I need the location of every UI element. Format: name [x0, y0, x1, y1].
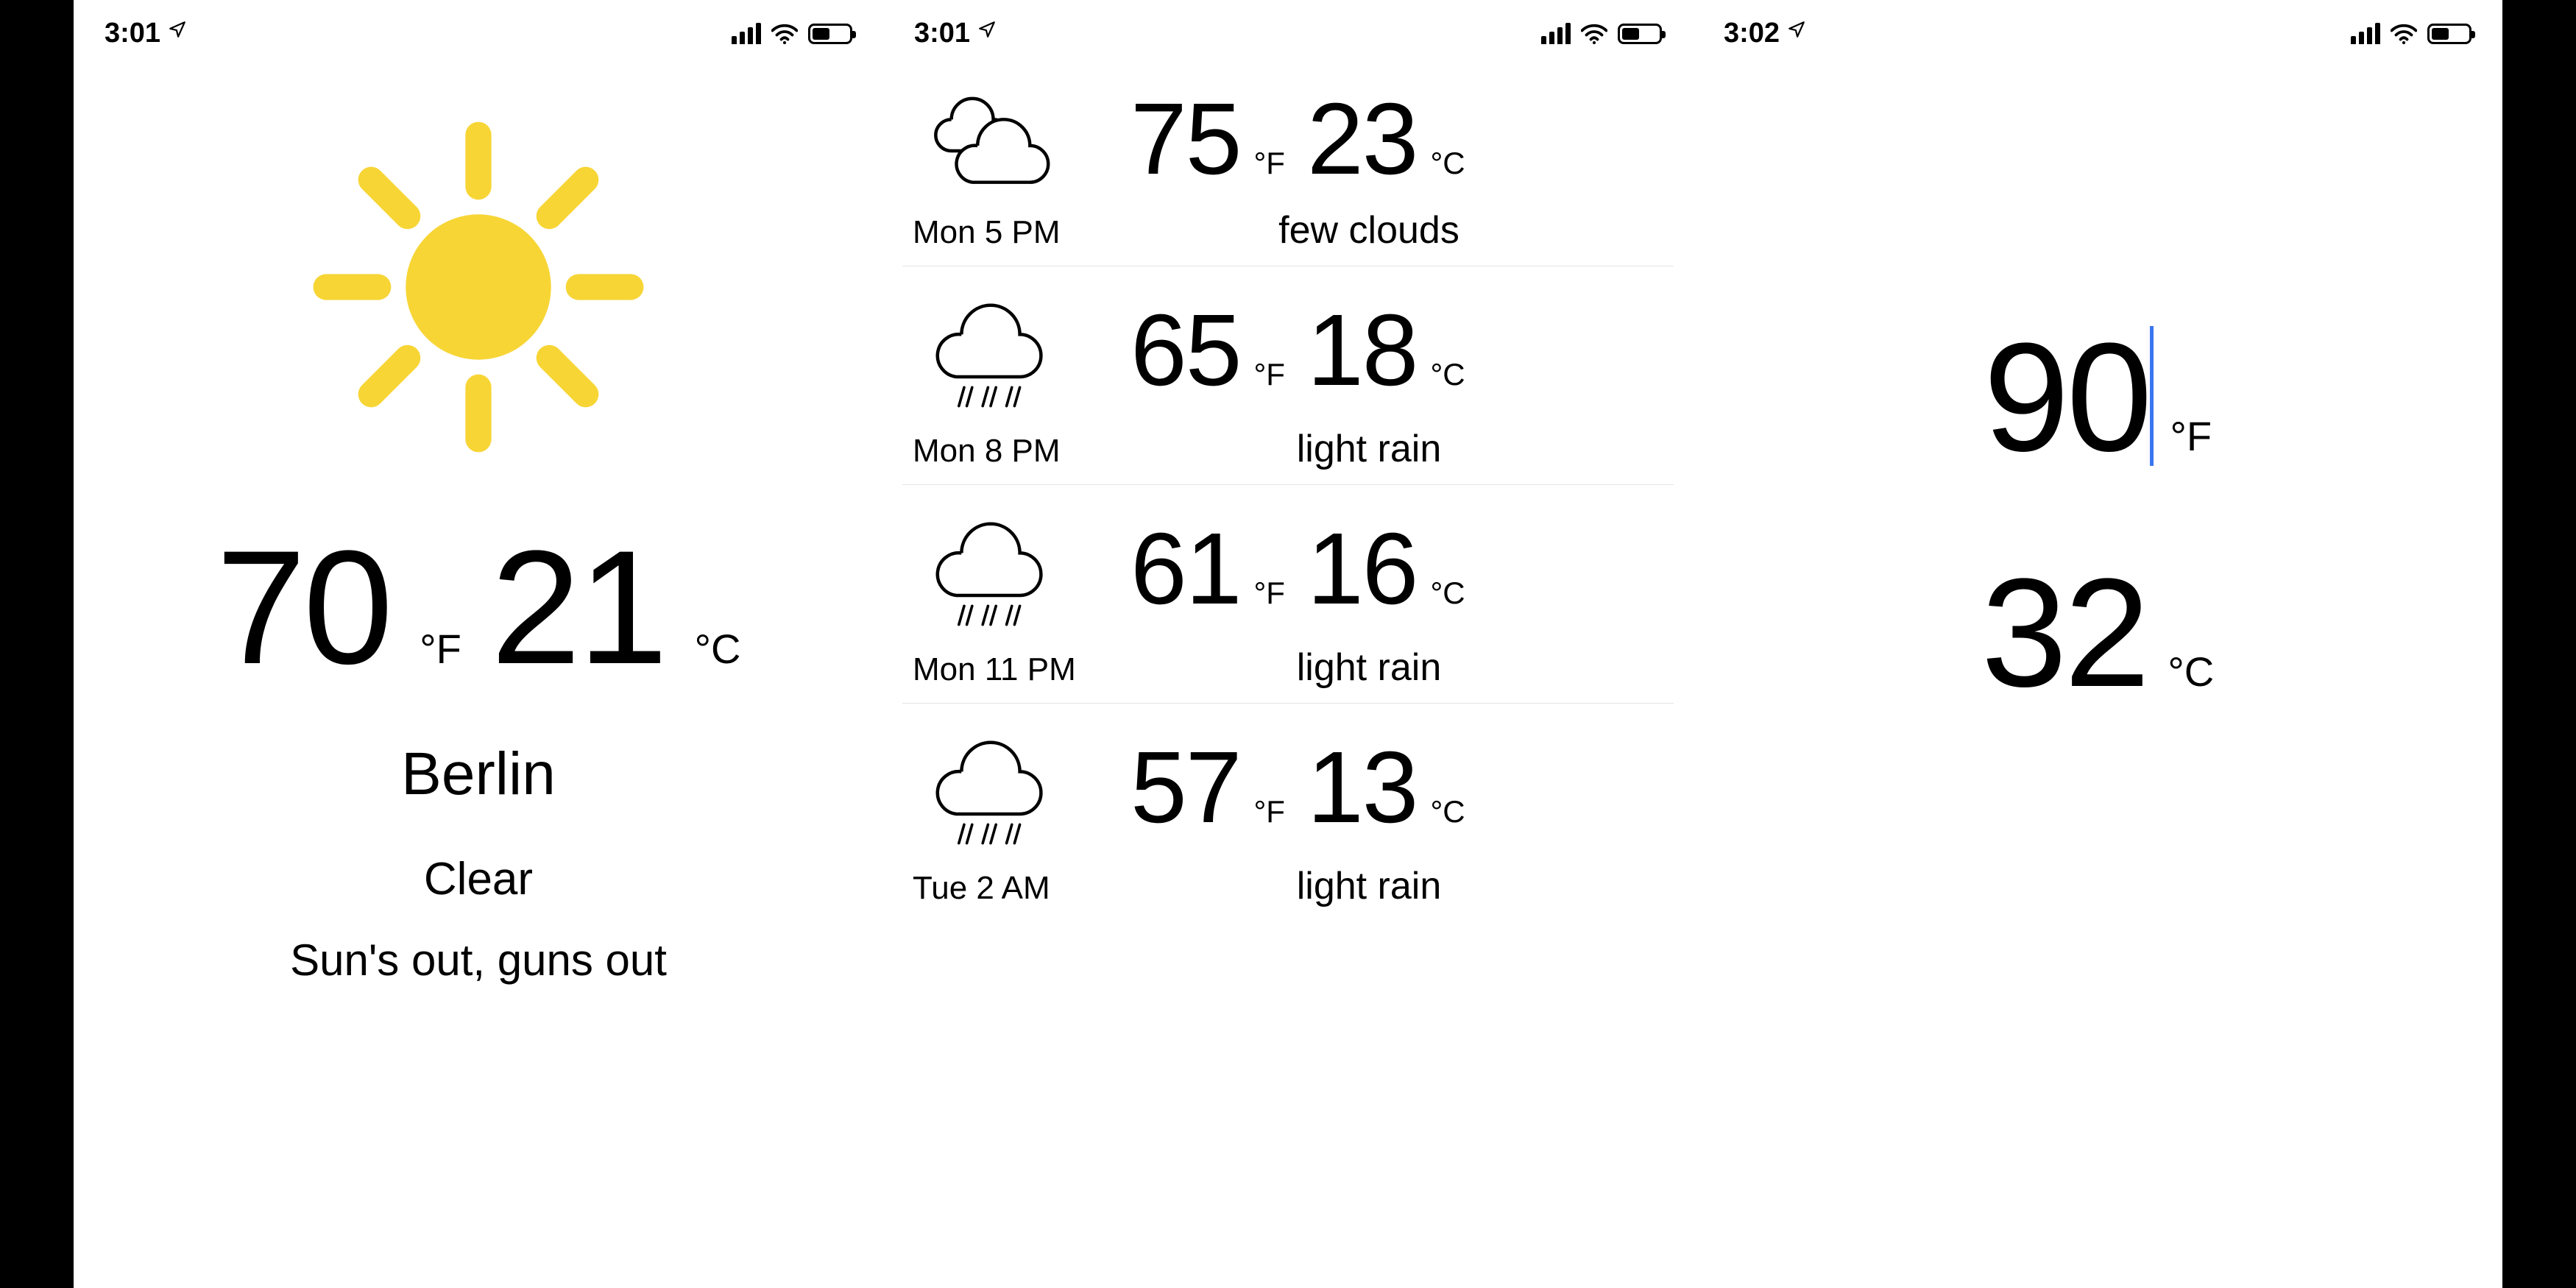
battery-icon — [1618, 24, 1662, 44]
forecast-temp-f: 61 — [1130, 518, 1241, 620]
status-time: 3:02 — [1724, 18, 1780, 49]
rain-icon — [902, 284, 1108, 417]
status-time: 3:01 — [105, 18, 160, 49]
fahrenheit-input[interactable]: 90 — [1984, 320, 2150, 475]
forecast-desc: light rain — [1108, 864, 1674, 908]
forecast-temp-f: 65 — [1130, 300, 1241, 401]
forecast-row[interactable]: 65 °F 18 °C Mon 8 PM light rain — [902, 266, 1674, 485]
fahrenheit-input-row[interactable]: 90 °F — [1984, 320, 2212, 475]
forecast-desc: light rain — [1108, 427, 1674, 471]
forecast-desc: few clouds — [1108, 208, 1674, 252]
forecast-temp-c: 23 — [1307, 88, 1418, 190]
forecast-row[interactable]: 61 °F 16 °C Mon 11 PM light rain — [902, 485, 1674, 704]
wifi-icon — [1581, 24, 1607, 44]
location-icon — [1787, 20, 1806, 44]
forecast-temp-f: 75 — [1130, 88, 1241, 190]
few-clouds-icon — [902, 80, 1108, 198]
forecast-temp-c: 13 — [1307, 737, 1418, 838]
quip-label: Sun's out, guns out — [74, 935, 883, 986]
cellular-icon — [732, 24, 761, 44]
status-bar: 3:02 — [1693, 0, 2502, 55]
cellular-icon — [2351, 24, 2380, 44]
forecast-time: Mon 5 PM — [902, 214, 1108, 251]
temp-celsius: 21 — [491, 526, 665, 688]
status-bar: 3:01 — [883, 0, 1693, 55]
unit-c-label: °C — [1430, 576, 1465, 611]
phone-screen-forecast: 3:01 — [883, 0, 1693, 1288]
forecast-desc: light rain — [1108, 645, 1674, 690]
forecast-temp-c: 16 — [1307, 518, 1418, 620]
forecast-row[interactable]: 75 °F 23 °C Mon 5 PM few clouds — [902, 63, 1674, 266]
unit-f-label: °F — [1254, 146, 1285, 181]
unit-f-label: °F — [1254, 794, 1285, 829]
battery-icon — [2427, 24, 2471, 44]
status-bar: 3:01 — [74, 0, 883, 55]
unit-c-label: °C — [1430, 794, 1465, 829]
wifi-icon — [2391, 24, 2417, 44]
unit-f-label: °F — [420, 625, 461, 673]
celsius-output-row[interactable]: 32 °C — [1981, 556, 2214, 710]
unit-f-label: °F — [1254, 576, 1285, 611]
phone-screen-current: 3:01 — [74, 0, 883, 1288]
fahrenheit-value: 90 — [1984, 311, 2150, 484]
rain-icon — [902, 721, 1108, 854]
forecast-list[interactable]: 75 °F 23 °C Mon 5 PM few clouds — [883, 63, 1693, 921]
text-cursor — [2150, 326, 2154, 466]
current-temperature: 70 °F 21 °C — [74, 526, 883, 688]
battery-icon — [808, 24, 852, 44]
wifi-icon — [771, 24, 798, 44]
cellular-icon — [1541, 24, 1571, 44]
rain-icon — [902, 503, 1108, 635]
unit-c-label: °C — [1430, 146, 1465, 181]
unit-c-label: °C — [1430, 357, 1465, 392]
phone-screen-editor: 3:02 90 °F 32 °C — [1693, 0, 2502, 1288]
status-time: 3:01 — [914, 18, 970, 49]
unit-f-label: °F — [1254, 357, 1285, 392]
location-icon — [977, 20, 997, 44]
forecast-row[interactable]: 57 °F 13 °C Tue 2 AM light rain — [902, 704, 1674, 921]
forecast-time: Mon 8 PM — [902, 433, 1108, 470]
unit-c-label: °C — [695, 625, 741, 673]
forecast-time: Tue 2 AM — [902, 870, 1108, 907]
condition-label: Clear — [74, 853, 883, 905]
location-icon — [168, 20, 187, 44]
unit-f-label: °F — [2170, 412, 2212, 460]
forecast-time: Mon 11 PM — [902, 651, 1108, 688]
celsius-value: 32 — [1981, 556, 2148, 710]
unit-c-label: °C — [2168, 648, 2214, 696]
sun-icon — [74, 114, 883, 460]
forecast-temp-f: 57 — [1130, 737, 1241, 838]
city-label: Berlin — [74, 740, 883, 809]
temp-fahrenheit: 70 — [216, 526, 391, 688]
forecast-temp-c: 18 — [1307, 300, 1418, 401]
